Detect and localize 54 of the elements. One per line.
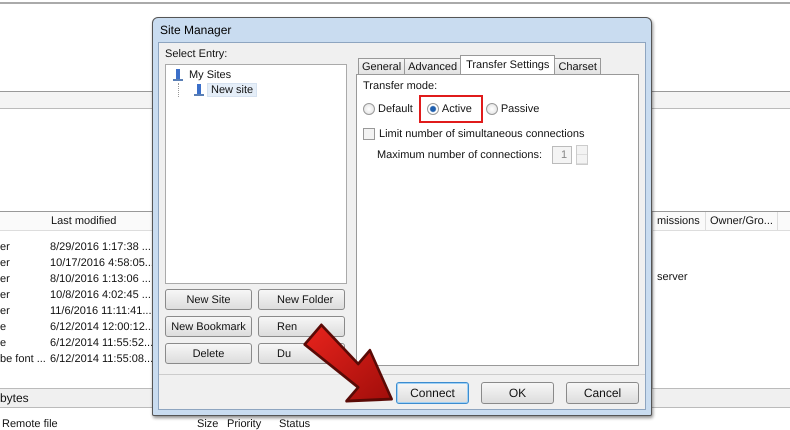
table-cell: 6/12/2014 12:00:12... (50, 320, 154, 333)
dialog-button[interactable]: Cancel (566, 382, 639, 404)
table-cell-text: er (0, 304, 11, 317)
tree-item[interactable]: New site (207, 83, 258, 97)
table-cell-text: er (0, 272, 11, 285)
checkbox[interactable] (363, 128, 375, 140)
table-cell: 11/6/2016 11:11:41... (50, 304, 152, 317)
server-icon (193, 83, 205, 97)
entry-button[interactable]: New Bookmark (165, 316, 252, 337)
radio-label: Passive (500, 103, 540, 115)
table-cell: 6/12/2014 11:55:08... (50, 352, 154, 365)
column-header[interactable]: Remote file (0, 418, 197, 430)
column-header[interactable]: Last modified (51, 214, 136, 227)
column-header[interactable]: missions (653, 212, 706, 230)
entry-button[interactable]: New Folder (258, 289, 345, 310)
table-cell-text: er (0, 288, 11, 301)
table-cell-text: e (0, 336, 8, 349)
column-header[interactable]: Owner/Gro... (706, 212, 778, 230)
table-cell: 6/12/2014 11:55:52... (50, 336, 154, 349)
tab[interactable]: Charset (554, 58, 601, 74)
radio-label: Default (378, 103, 413, 115)
radio-label: Active (442, 103, 472, 115)
entry-button[interactable]: Delete (165, 343, 252, 364)
select-entry-label: Select Entry: (165, 48, 228, 60)
window-title: Site Manager (160, 23, 232, 37)
radio-button[interactable] (426, 103, 439, 115)
tab[interactable]: General (358, 58, 406, 74)
table-cell-text: er (0, 256, 11, 269)
dialog-button[interactable]: OK (481, 382, 554, 404)
tree-item[interactable]: My Sites (186, 69, 234, 81)
status-text: bytes (0, 391, 29, 406)
column-header[interactable]: Status (279, 418, 310, 430)
table-cell: 8/10/2016 1:13:06 ... (50, 272, 151, 285)
entry-button[interactable]: Ren (258, 316, 345, 337)
field-label: Maximum number of connections: (377, 149, 542, 161)
column-header[interactable]: Priority (227, 418, 279, 430)
entry-button[interactable]: New Site (165, 289, 252, 310)
table-cell-text: server (656, 270, 689, 283)
table-cell-text: er (0, 240, 11, 253)
highlight-frame (419, 95, 483, 123)
dialog-button[interactable]: Connect (396, 382, 469, 404)
radio-button[interactable] (486, 103, 498, 115)
table-cell-text: be font ... (0, 352, 47, 365)
table-cell: 8/29/2016 1:17:38 ... (50, 240, 151, 253)
table-cell: 10/8/2016 4:02:45 ... (50, 288, 151, 301)
transfer-mode-label: Transfer mode: (363, 80, 438, 92)
tab[interactable]: Advanced (404, 58, 462, 74)
tab[interactable]: Transfer Settings (460, 55, 556, 74)
folder-icon (172, 68, 184, 82)
column-header[interactable]: Size (197, 418, 227, 430)
checkbox-label: Limit number of simultaneous connections (379, 128, 584, 140)
table-cell: 10/17/2016 4:58:05... (50, 256, 154, 269)
radio-button[interactable] (363, 103, 375, 115)
table-cell-text: e (0, 320, 8, 333)
